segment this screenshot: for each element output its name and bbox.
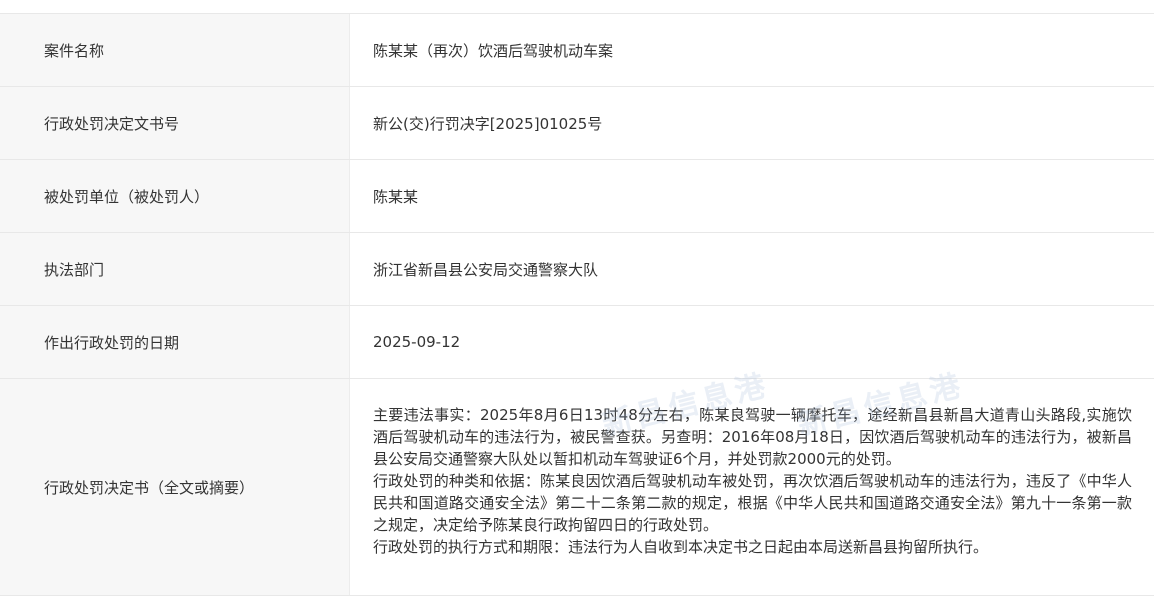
decision-paragraph-facts: 主要违法事实：2025年8月6日13时48分左右，陈某良驾驶一辆摩托车，途经新昌… — [373, 406, 1132, 468]
row-label: 行政处罚决定书（全文或摘要） — [0, 379, 350, 595]
table-row-case-name: 案件名称 陈某某（再次）饮酒后驾驶机动车案 — [0, 14, 1154, 87]
table-row-penalized-party: 被处罚单位（被处罚人） 陈某某 — [0, 160, 1154, 233]
row-value: 新公(交)行罚决字[2025]01025号 — [373, 114, 603, 133]
decision-paragraph-basis: 行政处罚的种类和依据：陈某良因饮酒后驾驶机动车被处罚，再次饮酒后驾驶机动车的违法… — [373, 472, 1132, 534]
decision-text-body: 主要违法事实：2025年8月6日13时48分左右，陈某良驾驶一辆摩托车，途经新昌… — [373, 404, 1132, 558]
table-row-penalty-date: 作出行政处罚的日期 2025-09-12 — [0, 306, 1154, 379]
row-value: 陈某某 — [373, 187, 419, 206]
row-value: 2025-09-12 — [373, 333, 461, 351]
decision-paragraph-execution: 行政处罚的执行方式和期限：违法行为人自收到本决定书之日起由本局送新昌县拘留所执行… — [373, 538, 989, 556]
row-label: 被处罚单位（被处罚人） — [0, 160, 350, 232]
row-label: 执法部门 — [0, 233, 350, 305]
table-row-document-number: 行政处罚决定文书号 新公(交)行罚决字[2025]01025号 — [0, 87, 1154, 160]
row-value: 陈某某（再次）饮酒后驾驶机动车案 — [373, 41, 614, 60]
table-row-decision-text: 行政处罚决定书（全文或摘要） 主要违法事实：2025年8月6日13时48分左右，… — [0, 379, 1154, 596]
case-info-table: 案件名称 陈某某（再次）饮酒后驾驶机动车案 行政处罚决定文书号 新公(交)行罚决… — [0, 13, 1154, 596]
row-label: 作出行政处罚的日期 — [0, 306, 350, 378]
row-label: 案件名称 — [0, 14, 350, 86]
table-row-enforcement-dept: 执法部门 浙江省新昌县公安局交通警察大队 — [0, 233, 1154, 306]
row-label: 行政处罚决定文书号 — [0, 87, 350, 159]
row-value: 浙江省新昌县公安局交通警察大队 — [373, 260, 599, 279]
row-value: 主要违法事实：2025年8月6日13时48分左右，陈某良驾驶一辆摩托车，途经新昌… — [350, 379, 1154, 595]
